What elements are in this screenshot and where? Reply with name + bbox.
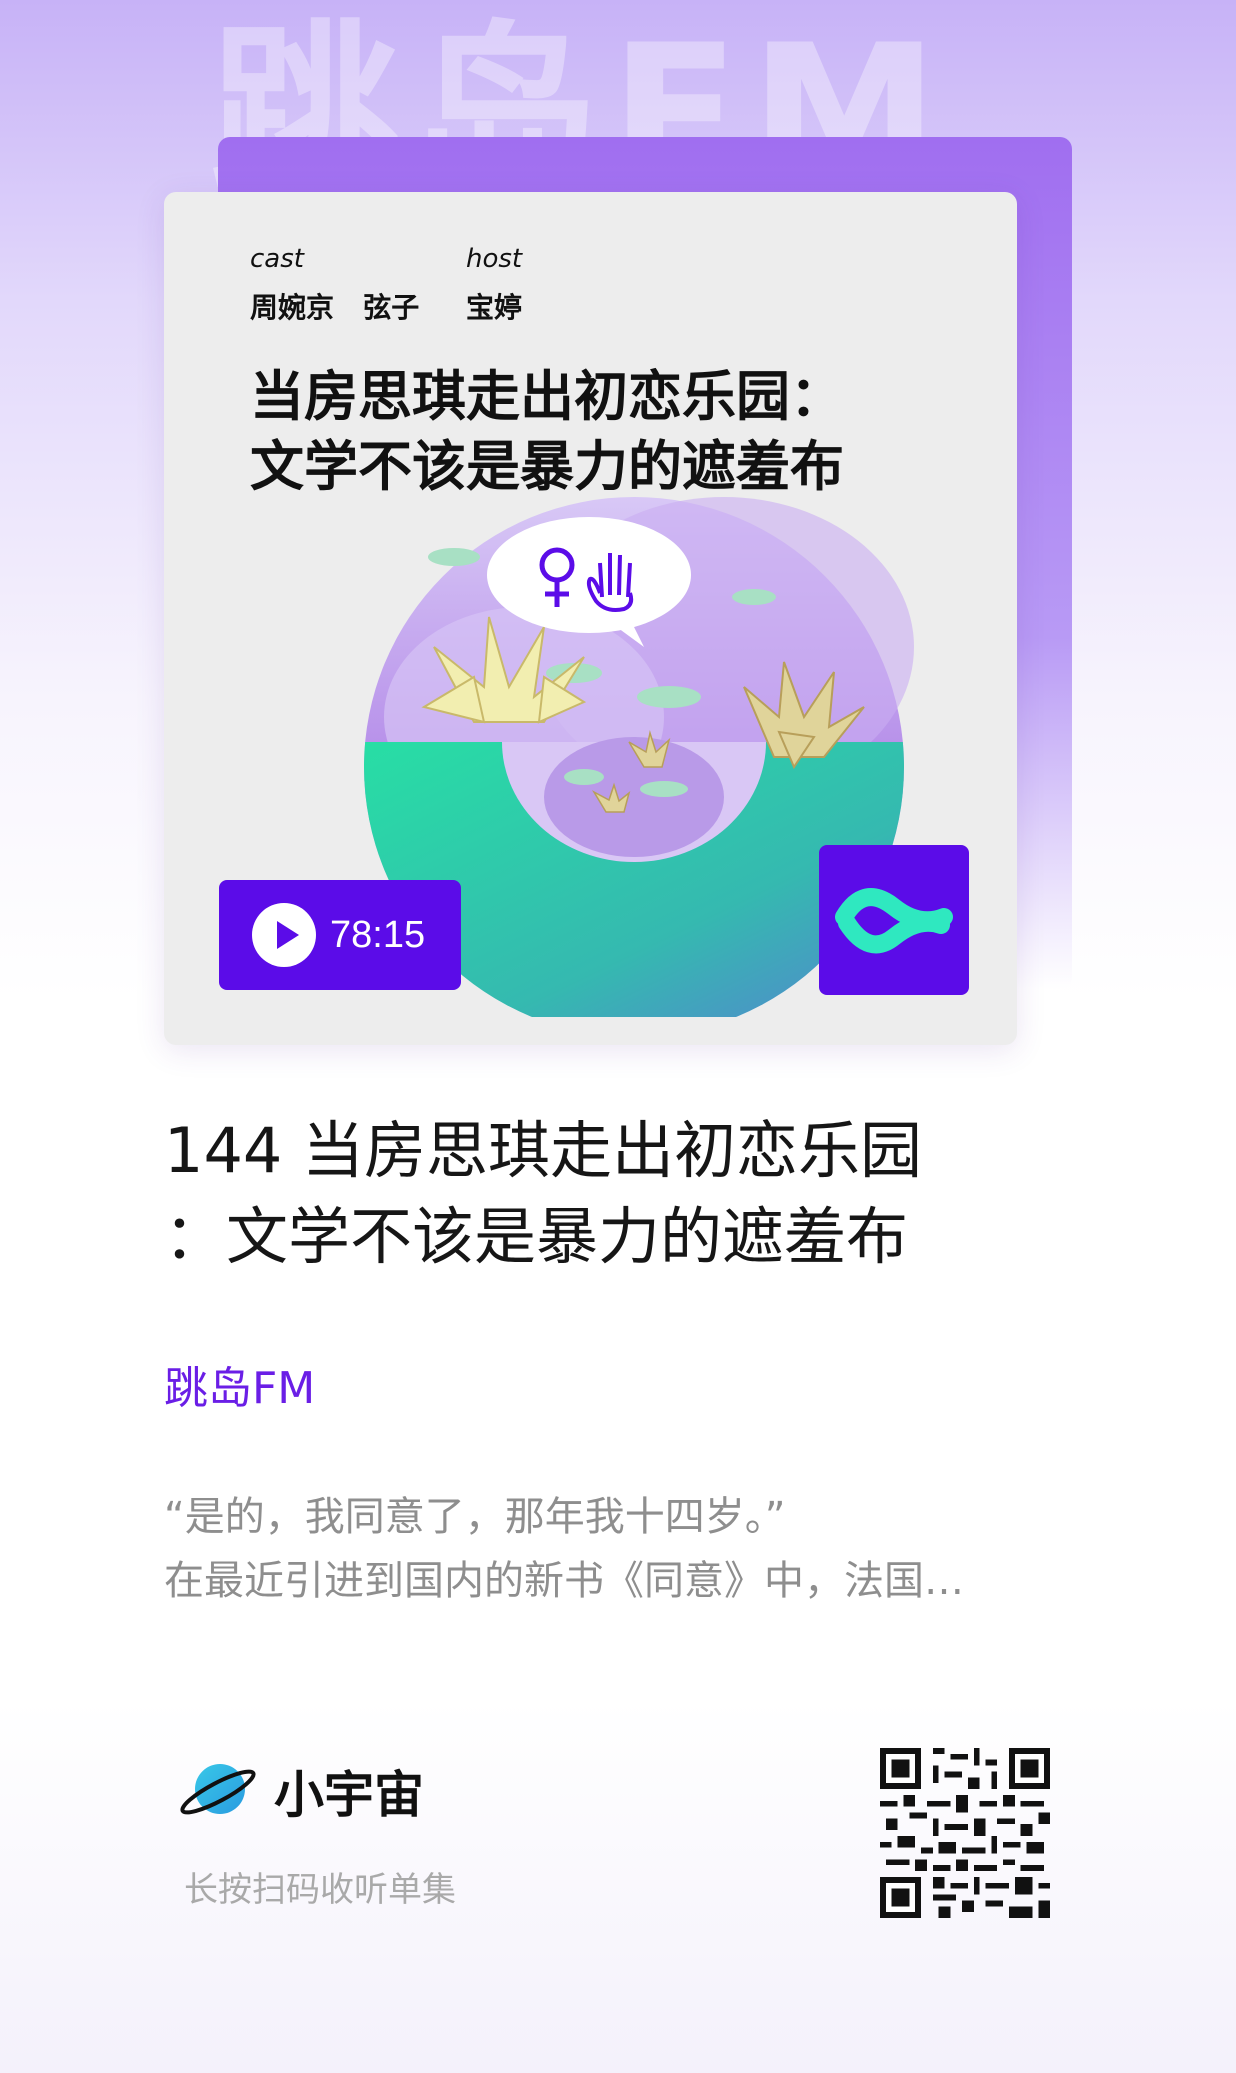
brand-name: 小宇宙 [274,1766,424,1824]
episode-description: “是的，我同意了，那年我十四岁。” 在最近引进到国内的新书《同意》中，法国… [164,1485,1064,1613]
play-duration-badge[interactable]: 78:15 [219,880,461,990]
brand-logo: 小宇宙 [178,1755,424,1827]
planet-icon [180,1764,256,1815]
episode-qr-code[interactable] [880,1748,1050,1918]
episode-title-line1: 144 当房思琪走出初恋乐园 [164,1114,923,1187]
podcast-name-link[interactable]: 跳岛FM [164,1352,315,1416]
description-line1: “是的，我同意了，那年我十四岁。” [164,1494,786,1540]
cover-title-line1: 当房思琪走出初恋乐园： [250,365,844,428]
host-names: 宝婷 [466,291,523,324]
host-label: host [466,244,523,274]
xiaoyuzhou-badge-icon [819,845,969,995]
episode-cover[interactable]: cast 周婉京 弦子 host 宝婷 当房思琪走出初恋乐园： 文学不该是暴力的… [164,192,1017,1045]
cast-names: 周婉京 弦子 [250,291,420,324]
episode-title: 144 当房思琪走出初恋乐园 ：文学不该是暴力的遮羞布 [164,1108,984,1280]
episode-duration: 78:15 [330,913,426,956]
cover-title-line2: 文学不该是暴力的遮羞布 [250,435,844,498]
episode-title-line2: ：文学不该是暴力的遮羞布 [164,1200,909,1273]
cast-label: cast [250,244,304,274]
play-icon[interactable] [252,903,316,967]
scan-hint: 长按扫码收听单集 [184,1870,456,1910]
description-line2: 在最近引进到国内的新书《同意》中，法国… [164,1558,964,1604]
cover-title: 当房思琪走出初恋乐园： 文学不该是暴力的遮羞布 [250,362,950,502]
